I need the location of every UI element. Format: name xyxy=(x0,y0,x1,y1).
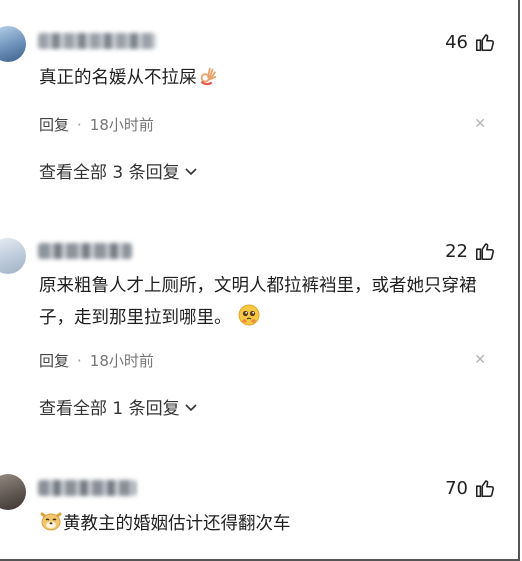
view-replies-button[interactable]: 查看全部 1 条回复 xyxy=(39,394,198,419)
thumbs-up-icon[interactable] xyxy=(474,240,496,262)
dog-face-emoji-icon xyxy=(39,509,63,544)
chevron-down-icon xyxy=(185,403,197,411)
meta-separator: · xyxy=(77,351,82,370)
reply-button[interactable]: 回复 xyxy=(39,114,69,135)
comment-meta: 回复 · 18小时前 xyxy=(39,114,154,135)
view-replies-label: 查看全部 1 条回复 xyxy=(39,399,180,419)
close-icon[interactable]: ✕ xyxy=(474,116,486,132)
comment-text: 原来粗鲁人才上厕所，文明人都拉裤裆里，或者她只穿裙子，走到那里拉到哪里。 xyxy=(39,270,489,338)
username-blurred[interactable] xyxy=(38,33,156,49)
comment-text: 真正的名媛从不拉屎 xyxy=(39,62,489,98)
ok-hand-emoji-icon xyxy=(197,65,219,98)
like-control[interactable]: 70 xyxy=(445,477,496,499)
view-replies-button[interactable]: 查看全部 3 条回复 xyxy=(39,158,198,183)
comment-text: 黄教主的婚姻估计还得翻次车 xyxy=(39,508,489,544)
reply-button[interactable]: 回复 xyxy=(39,350,69,371)
chevron-down-icon xyxy=(185,167,197,175)
comment-meta: 回复 · 18小时前 xyxy=(39,350,154,371)
like-count: 46 xyxy=(445,31,468,53)
meta-separator: · xyxy=(77,115,82,134)
like-control[interactable]: 46 xyxy=(445,31,496,53)
username-blurred[interactable] xyxy=(38,243,132,259)
view-replies-label: 查看全部 3 条回复 xyxy=(39,163,180,183)
username-blurred[interactable] xyxy=(38,480,136,496)
comment-time: 18小时前 xyxy=(89,352,154,370)
like-count: 22 xyxy=(445,240,468,262)
comment-time: 18小时前 xyxy=(89,116,154,134)
thumbs-up-icon[interactable] xyxy=(474,31,496,53)
like-control[interactable]: 22 xyxy=(445,240,496,262)
comment-text-content: 黄教主的婚姻估计还得翻次车 xyxy=(63,514,291,534)
close-icon[interactable]: ✕ xyxy=(474,352,486,368)
pleading-face-emoji-icon xyxy=(237,303,261,338)
comment-text-content: 真正的名媛从不拉屎 xyxy=(39,68,197,88)
like-count: 70 xyxy=(445,477,468,499)
thumbs-up-icon[interactable] xyxy=(474,477,496,499)
